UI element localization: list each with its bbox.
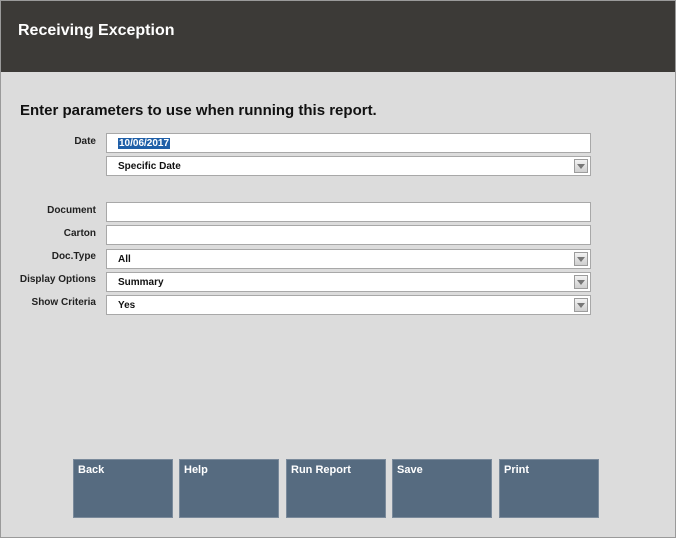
save-button[interactable]: Save <box>392 459 492 518</box>
date-label: Date <box>74 136 96 147</box>
chevron-down-icon[interactable] <box>574 298 588 312</box>
date-value-selected: 10/06/2017 <box>118 138 171 149</box>
doctype-label: Doc.Type <box>51 251 96 262</box>
show-criteria-select[interactable]: Yes <box>106 295 591 315</box>
chevron-down-icon[interactable] <box>574 159 588 173</box>
display-options-select[interactable]: Summary <box>106 272 591 292</box>
document-label: Document <box>47 205 96 216</box>
date-field-value: 10/06/2017 <box>118 138 171 149</box>
window-frame <box>0 0 676 538</box>
date-mode-select[interactable]: Specific Date <box>106 156 591 176</box>
window-title: Receiving Exception <box>18 22 175 39</box>
back-button-label: Back <box>78 464 105 476</box>
doctype-select[interactable]: All <box>106 249 591 269</box>
help-button[interactable]: Help <box>179 459 279 518</box>
doctype-value: All <box>118 254 131 265</box>
chevron-down-icon[interactable] <box>574 252 588 266</box>
document-field[interactable] <box>106 202 591 222</box>
date-field[interactable]: 10/06/2017 <box>106 133 591 153</box>
run-report-button[interactable]: Run Report <box>286 459 386 518</box>
carton-label: Carton <box>63 228 96 239</box>
show-criteria-label: Show Criteria <box>31 297 96 308</box>
display-options-value: Summary <box>118 277 164 288</box>
print-button-label: Print <box>504 464 530 476</box>
print-button[interactable]: Print <box>499 459 599 518</box>
title-bar: Receiving Exception <box>1 1 675 72</box>
display-options-label: Display Options <box>19 274 96 285</box>
save-button-label: Save <box>397 464 423 476</box>
chevron-down-icon[interactable] <box>574 275 588 289</box>
carton-field[interactable] <box>106 225 591 245</box>
run-report-button-label: Run Report <box>291 464 351 476</box>
instruction-text: Enter parameters to use when running thi… <box>20 102 377 119</box>
back-button[interactable]: Back <box>73 459 173 518</box>
show-criteria-value: Yes <box>118 300 136 311</box>
date-mode-value: Specific Date <box>118 161 181 172</box>
help-button-label: Help <box>184 464 208 476</box>
